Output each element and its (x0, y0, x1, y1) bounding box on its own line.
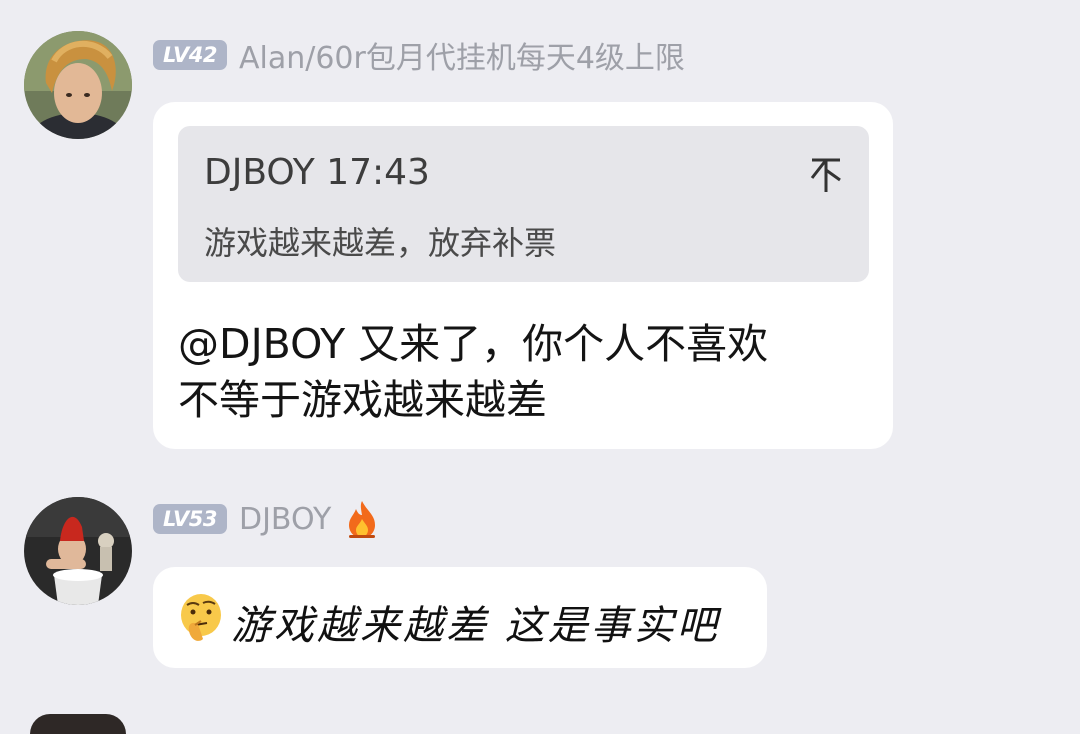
quote-author: DJBOY (204, 152, 315, 193)
message-meta: LV42 Alan/60r包月代挂机每天4级上限 (153, 33, 685, 77)
message-bubble[interactable]: DJBOY 17:43 游戏越来越差，放弃补票 @DJBOY 又来了，你个人不喜… (153, 102, 893, 449)
username[interactable]: Alan/60r包月代挂机每天4级上限 (239, 33, 685, 77)
quote-text: 游戏越来越差，放弃补票 (204, 224, 557, 262)
jump-to-quote-icon[interactable] (809, 156, 843, 194)
message-bubble[interactable]: 游戏越来越差 这是事实吧 (153, 567, 767, 668)
message-meta: LV53 DJBOY (153, 499, 379, 539)
avatar[interactable] (24, 497, 132, 605)
quoted-message[interactable]: DJBOY 17:43 游戏越来越差，放弃补票 (178, 126, 869, 282)
message-text: 游戏越来越差 这是事实吧 (231, 603, 720, 649)
next-message-avatar (30, 714, 126, 734)
avatar[interactable] (24, 31, 132, 139)
user-photo-icon (24, 497, 132, 605)
message-text: @DJBOY 又来了，你个人不喜欢 不等于游戏越来越差 (178, 316, 878, 428)
thinking-emoji (181, 594, 221, 641)
level-badge: LV42 (153, 40, 227, 70)
quote-time: 17:43 (326, 152, 430, 193)
level-badge: LV53 (153, 504, 227, 534)
user-photo-icon (24, 31, 132, 139)
fire-icon (349, 501, 376, 538)
quote-header: DJBOY 17:43 (204, 152, 430, 193)
message-text-line: @DJBOY 又来了，你个人不喜欢 (178, 320, 769, 368)
username[interactable]: DJBOY (239, 502, 331, 537)
message-text-line: 不等于游戏越来越差 (178, 376, 547, 424)
